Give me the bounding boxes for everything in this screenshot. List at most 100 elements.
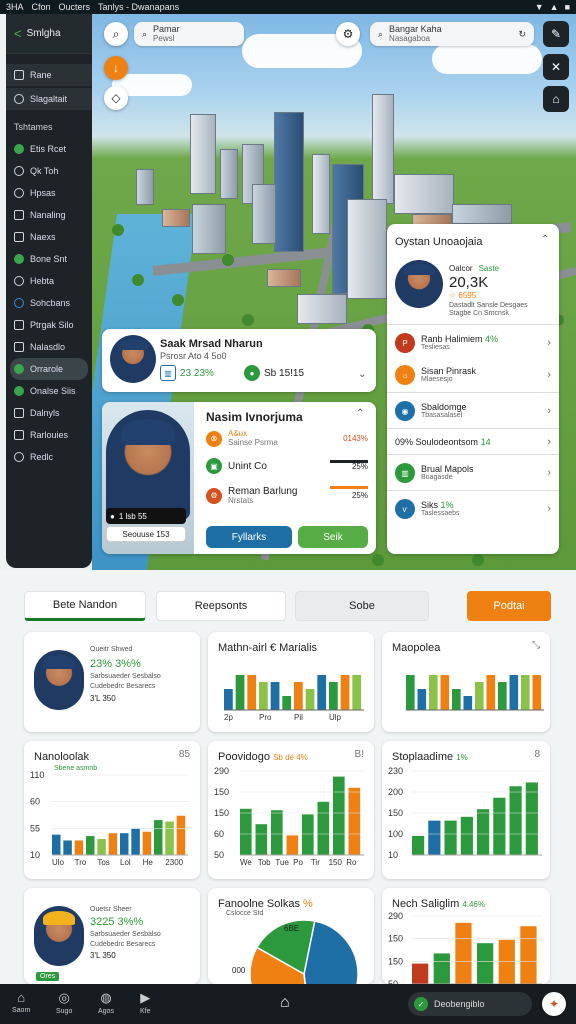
chart-bar: [348, 787, 361, 855]
sidebar-item[interactable]: Nanaling: [6, 204, 92, 226]
detail-row[interactable]: ⊗ A&ux Sainse Psrma 0143%: [206, 429, 368, 448]
x-tick-label: Tob: [258, 858, 271, 867]
chart-bar: [86, 836, 95, 855]
list-item[interactable]: ◉ Sbaldomge Tbasasalasel ›: [395, 396, 551, 426]
list-item[interactable]: P Ranb Halimiem 4% Tesliesas ›: [395, 328, 551, 358]
chart-bar: [417, 689, 427, 710]
chart-bar: [302, 814, 314, 855]
secondary-button[interactable]: Seik: [298, 526, 368, 548]
sidebar-item-settings[interactable]: Slagaltait: [6, 88, 92, 110]
sidebar-item[interactable]: Hebta: [6, 270, 92, 292]
shield-button[interactable]: ◇: [104, 86, 128, 110]
list-item[interactable]: ▥ Brual Mapols Boagasde ›: [395, 458, 551, 488]
profile-panel-2[interactable]: Ouetsr Sheer 3225 3%% Sarbsuaeder Sesbal…: [24, 888, 200, 984]
search-field-2[interactable]: ⌕ Bangar Kaha Nasagaboa ↻: [370, 22, 534, 46]
sidebar-item[interactable]: Naexs: [6, 226, 92, 248]
x-tick-label: Tue: [275, 858, 289, 867]
action-button[interactable]: Podtai: [467, 591, 551, 621]
panel1-line1: Sarbsuaeder Sesbalso: [90, 673, 161, 680]
y-tick-label: 200: [388, 787, 403, 797]
arrow-down-icon: ↓: [113, 61, 119, 75]
nav-item-person[interactable]: ◍ Agos: [98, 990, 114, 1015]
chart-bar: [406, 675, 415, 710]
detail-card: ● 1 lsb 55 Seouuse 153 Nasim Ivnorjuma ⌃ …: [102, 402, 376, 554]
chart-bar: [477, 809, 490, 855]
chart-bar: [240, 808, 252, 855]
search-field-1[interactable]: ⌕ Pamar Pewsl: [134, 22, 244, 46]
primary-button[interactable]: Fyllarks: [206, 526, 292, 548]
sidebar-item[interactable]: Etis Rcet: [6, 138, 92, 160]
list-item[interactable]: ѵ Siks 1% Taslessaebs ›: [395, 494, 551, 524]
home-button-icon[interactable]: ⌂: [280, 994, 290, 1012]
layers-button[interactable]: ⌂: [543, 86, 569, 112]
status-pill[interactable]: ✓ Deobengiblo: [408, 992, 532, 1016]
nav-item-gauge[interactable]: ◎ Sugo: [56, 990, 72, 1015]
chart-bar: [176, 815, 186, 855]
right-small-2: Stagbe Cn Smcnsk: [449, 310, 509, 317]
sidebar-item[interactable]: Qk Toh: [6, 160, 92, 182]
gear-button[interactable]: ⚙: [336, 22, 360, 46]
assistant-button[interactable]: ✦: [542, 992, 566, 1016]
list-item[interactable]: 09% Soulodeontsom 14 ›: [395, 432, 551, 452]
sidebar-item[interactable]: Nalasdlo: [6, 336, 92, 358]
close-button[interactable]: ✕: [543, 54, 569, 80]
chart-panel-maopolea: Maopolea ⤡: [382, 632, 550, 732]
y-tick-label: 100: [388, 829, 403, 839]
tab-sobe[interactable]: Sobe: [295, 591, 429, 621]
panel1-value: 23% 3%%: [90, 658, 141, 670]
navigate-button[interactable]: ↓: [104, 56, 128, 80]
search-icon: ⌕: [378, 28, 384, 39]
profile-panel-1[interactable]: Oueitr Shwed 23% 3%% Sarbsuaeder Sesbals…: [24, 632, 200, 732]
panel7-foot: 3'L 350: [90, 951, 116, 960]
draw-button[interactable]: ✎: [543, 21, 569, 47]
collapse-icon[interactable]: ⌃: [541, 234, 549, 245]
sidebar-item[interactable]: Bone Snt: [6, 248, 92, 270]
x-tick-label: Ulp: [329, 713, 342, 722]
avatar: [34, 906, 84, 966]
person-card[interactable]: Saak Mrsad Nharun Psrosr Ato 4 5o0 ▥ 23 …: [102, 329, 376, 392]
status-text-2: Cfon: [31, 2, 51, 12]
y-tick-label: 290: [388, 911, 403, 921]
square-icon: [14, 232, 24, 242]
chart-bar: [475, 682, 484, 710]
panel7-title: Ouetsr Sheer: [90, 906, 132, 913]
chart-bar: [463, 696, 473, 710]
right-value-sub: ☆ 6595: [449, 291, 477, 300]
sidebar-item[interactable]: Onalse Siis: [6, 380, 92, 402]
nav-item-play[interactable]: ▶ Kfe: [140, 990, 151, 1015]
chart-panel-stoplaadime: Stoplaadime 1% 8 230 200 150 100 10: [382, 741, 550, 879]
sidebar-item[interactable]: Sohcbans: [6, 292, 92, 314]
panel8-inner: 6BE: [284, 924, 300, 933]
back-arrow-icon[interactable]: <: [14, 26, 22, 41]
collapse-icon[interactable]: ⌃: [356, 408, 364, 419]
sidebar-item[interactable]: Rarlouies: [6, 424, 92, 446]
chevron-right-icon: ›: [547, 405, 551, 417]
circle-icon: [14, 276, 24, 286]
tab-reports[interactable]: Reepsonts: [156, 591, 286, 621]
chevron-right-icon: ›: [547, 369, 551, 381]
chart-bar: [271, 810, 283, 855]
gauge-icon: ◎: [58, 990, 70, 1005]
sidebar-item[interactable]: Redlc: [6, 446, 92, 468]
y-tick-label: 60: [214, 829, 224, 839]
chart-bar: [63, 840, 72, 855]
list-item[interactable]: ☼ Sisan Pinrask Mlaesesjo ›: [395, 360, 551, 390]
nav-item-home[interactable]: ⌂ Saom: [12, 990, 30, 1014]
badge-primary: ● 1 lsb 55: [106, 508, 186, 524]
sidebar-header[interactable]: < Smlgha: [6, 14, 92, 54]
chart-bar: [154, 820, 163, 855]
circle-icon: [14, 188, 24, 198]
search-button[interactable]: ⌕: [104, 22, 128, 46]
expand-icon[interactable]: ⌄: [358, 369, 366, 380]
sidebar-item[interactable]: Ptrgak Silo: [6, 314, 92, 336]
refresh-icon[interactable]: ↻: [518, 29, 526, 40]
x-tick-label: Ro: [346, 858, 357, 867]
tab-overview[interactable]: Bete Nandon: [24, 591, 146, 621]
sidebar-item[interactable]: Hpsas: [6, 182, 92, 204]
sidebar-item[interactable]: Dalnyls: [6, 402, 92, 424]
sidebar-item-active[interactable]: Orrarole: [10, 358, 88, 380]
chart-bar: [412, 835, 425, 855]
chart-icon: ▥: [160, 365, 176, 381]
sidebar-item-home[interactable]: Rane: [6, 64, 92, 86]
search-icon: ⌕: [112, 26, 120, 41]
